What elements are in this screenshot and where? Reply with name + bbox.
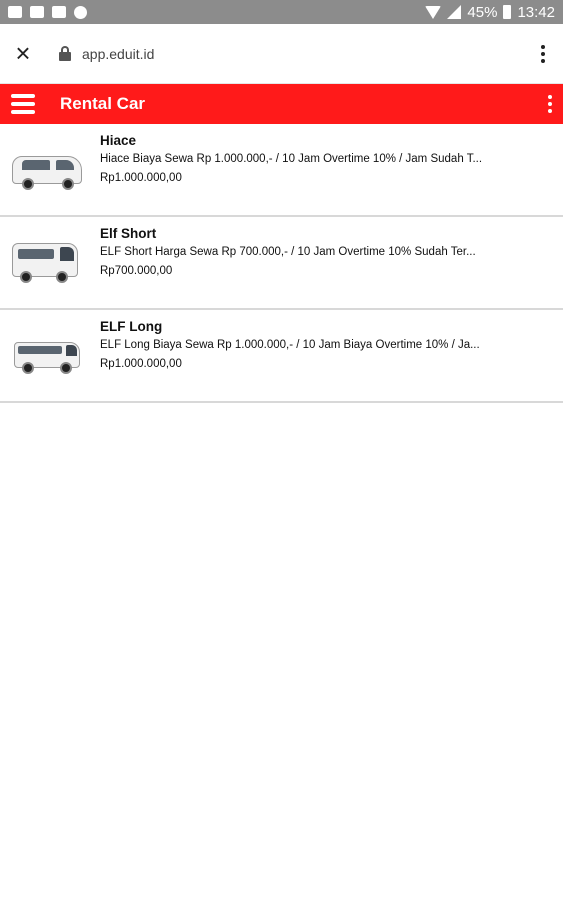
car-list: Hiace Hiace Biaya Sewa Rp 1.000.000,- / … <box>0 124 563 403</box>
more-vert-icon <box>548 95 552 113</box>
item-price: Rp1.000.000,00 <box>100 172 182 184</box>
browser-toolbar: × app.eduit.id <box>0 24 563 84</box>
elf-short-van-image <box>0 217 100 310</box>
header-more-button[interactable] <box>537 84 563 124</box>
item-description: ELF Short Harga Sewa Rp 700.000,- / 10 J… <box>100 246 476 258</box>
whatsapp-icon <box>74 5 87 19</box>
page-title: Rental Car <box>60 94 146 113</box>
browser-menu-button[interactable] <box>523 24 563 84</box>
list-item[interactable]: Elf Short ELF Short Harga Sewa Rp 700.00… <box>0 217 563 310</box>
lock-icon <box>58 45 72 62</box>
list-item[interactable]: Hiace Hiace Biaya Sewa Rp 1.000.000,- / … <box>0 124 563 217</box>
item-price: Rp700.000,00 <box>100 265 173 277</box>
app-header: Rental Car <box>0 84 563 124</box>
close-tab-button[interactable]: × <box>0 24 46 84</box>
status-bar: 45% 13:42 <box>0 0 563 24</box>
elf-long-van-image <box>0 310 100 403</box>
mail-icon <box>52 6 66 18</box>
signal-icon <box>447 5 462 19</box>
wifi-icon <box>425 5 442 19</box>
close-icon: × <box>15 38 31 68</box>
notification-icons <box>8 5 87 19</box>
item-title: ELF Long <box>100 319 163 334</box>
more-vert-icon <box>541 44 545 63</box>
clock: 13:42 <box>517 3 555 21</box>
battery-icon <box>503 5 512 19</box>
system-icons: 45% 13:42 <box>425 4 555 21</box>
hiace-van-image <box>0 124 100 217</box>
battery-percent: 45% <box>467 3 498 21</box>
hamburger-icon <box>11 94 35 98</box>
url-bar[interactable]: app.eduit.id <box>82 46 523 62</box>
list-item[interactable]: ELF Long ELF Long Biaya Sewa Rp 1.000.00… <box>0 310 563 403</box>
item-description: Hiace Biaya Sewa Rp 1.000.000,- / 10 Jam… <box>100 153 483 165</box>
item-title: Hiace <box>100 133 137 148</box>
image-icon <box>30 6 44 18</box>
item-title: Elf Short <box>100 226 157 241</box>
menu-button[interactable] <box>0 84 46 124</box>
item-price: Rp1.000.000,00 <box>100 358 182 370</box>
video-icon <box>8 6 22 18</box>
item-description: ELF Long Biaya Sewa Rp 1.000.000,- / 10 … <box>100 339 480 351</box>
